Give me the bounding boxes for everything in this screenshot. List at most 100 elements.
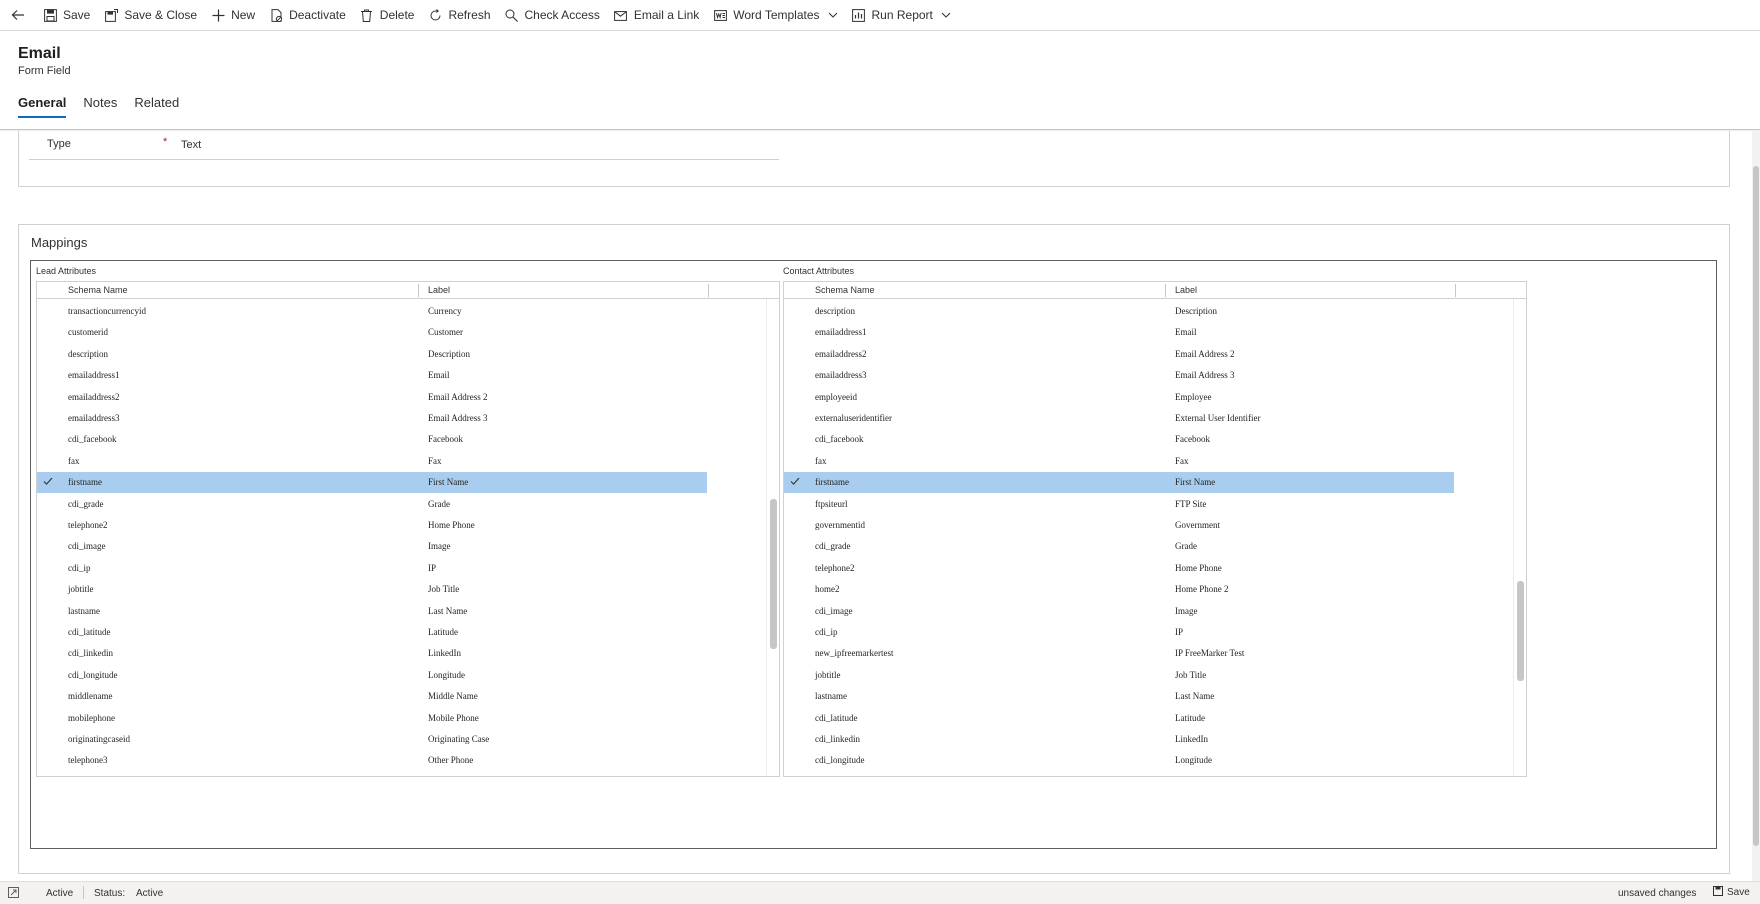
table-row[interactable]: cdi_image Image: [784, 601, 1454, 622]
chevron-down-icon: [941, 10, 951, 20]
save-status-button[interactable]: Save: [1713, 886, 1750, 898]
table-row[interactable]: cdi_linkedin LinkedIn: [784, 729, 1454, 750]
table-row[interactable]: home2 Home Phone 2: [784, 579, 1454, 600]
table-row[interactable]: externaluseridentifier External User Iden…: [784, 408, 1454, 429]
new-button[interactable]: New: [204, 0, 262, 31]
schema-name-cell: employeeid: [815, 391, 857, 402]
table-row[interactable]: transactioncurrencyid Currency: [37, 301, 707, 322]
table-row[interactable]: telephone2 Home Phone: [37, 515, 707, 536]
schema-name-cell: cdi_image: [815, 605, 853, 616]
table-row[interactable]: description Description: [37, 344, 707, 365]
table-row[interactable]: fax Fax: [37, 451, 707, 472]
grid-header: Schema Name Label: [784, 282, 1526, 299]
table-row[interactable]: emailaddress1 Email: [37, 365, 707, 386]
table-row[interactable]: cdi_latitude Latitude: [784, 708, 1454, 729]
table-row[interactable]: customerid Customer: [37, 322, 707, 343]
table-row[interactable]: cdi_longitude Longitude: [37, 665, 707, 686]
table-row[interactable]: cdi_ip IP: [784, 622, 1454, 643]
scrollbar-thumb[interactable]: [1753, 166, 1759, 846]
trash-icon: [360, 8, 374, 22]
word-templates-button[interactable]: Word Templates: [706, 0, 844, 31]
type-field-value[interactable]: Text: [181, 139, 201, 151]
label-cell: Job Title: [428, 584, 460, 595]
table-row[interactable]: lastname Last Name: [37, 601, 707, 622]
page-scrollbar[interactable]: [1752, 131, 1760, 881]
table-row[interactable]: cdi_latitude Latitude: [37, 622, 707, 643]
column-header-schema-name[interactable]: Schema Name: [815, 285, 875, 295]
label-cell: External User Identifier: [1175, 413, 1261, 423]
schema-name-cell: cdi_grade: [68, 498, 104, 509]
table-row[interactable]: governmentid Government: [784, 515, 1454, 536]
label-cell: Email: [1175, 327, 1197, 338]
table-row[interactable]: emailaddress1 Email: [784, 322, 1454, 343]
page-title: Email: [18, 45, 61, 62]
grid-scrollbar[interactable]: [1513, 299, 1526, 776]
table-row[interactable]: emailaddress3 Email Address 3: [784, 365, 1454, 386]
table-row[interactable]: cdi_grade Grade: [784, 536, 1454, 557]
scrollbar-thumb[interactable]: [1517, 581, 1524, 681]
save-close-icon: [104, 8, 118, 22]
label-cell: Image: [1175, 605, 1198, 616]
table-row[interactable]: ftpsiteurl FTP Site: [784, 494, 1454, 515]
table-row[interactable]: cdi_image Image: [37, 536, 707, 557]
scrollbar-thumb[interactable]: [770, 499, 777, 649]
schema-name-cell: emailaddress1: [68, 370, 120, 381]
table-row[interactable]: jobtitle Job Title: [37, 579, 707, 600]
table-row[interactable]: new_ipfreemarkertest IP FreeMarker Test: [784, 643, 1454, 664]
deactivate-button[interactable]: Deactivate: [262, 0, 353, 31]
table-row[interactable]: originatingcaseid Originating Case: [37, 729, 707, 750]
arrow-left-icon: [11, 10, 24, 20]
tab-notes[interactable]: Notes: [83, 95, 117, 118]
table-row[interactable]: lastname Last Name: [784, 686, 1454, 707]
table-row[interactable]: fax Fax: [784, 451, 1454, 472]
back-button[interactable]: [0, 0, 36, 31]
save-button[interactable]: Save: [36, 0, 97, 31]
table-row[interactable]: cdi_ip IP: [37, 558, 707, 579]
tab-general[interactable]: General: [18, 95, 67, 118]
table-row[interactable]: cdi_longitude Longitude: [784, 750, 1454, 771]
table-row[interactable]: emailaddress2 Email Address 2: [784, 344, 1454, 365]
email-link-button[interactable]: Email a Link: [607, 0, 706, 31]
grid-scrollbar[interactable]: [766, 299, 779, 776]
table-row[interactable]: cdi_linkedin LinkedIn: [37, 643, 707, 664]
run-report-button[interactable]: Run Report: [845, 0, 958, 31]
new-label: New: [231, 8, 256, 22]
table-row[interactable]: firstname First Name: [784, 472, 1454, 494]
label-cell: Email Address 3: [428, 413, 488, 423]
table-row[interactable]: firstname First Name: [37, 472, 707, 494]
column-header-schema-name[interactable]: Schema Name: [68, 285, 128, 295]
label-cell: Job Title: [1175, 669, 1207, 680]
table-row[interactable]: telephone2 Home Phone: [784, 558, 1454, 579]
status-label: Status:: [94, 888, 126, 899]
save-status-label: Save: [1727, 887, 1750, 898]
refresh-button[interactable]: Refresh: [421, 0, 497, 31]
table-row[interactable]: cdi_grade Grade: [37, 494, 707, 515]
column-header-label[interactable]: Label: [1175, 285, 1197, 295]
check-access-button[interactable]: Check Access: [498, 0, 607, 31]
column-divider: [1455, 284, 1456, 297]
checkmark-icon: [790, 477, 800, 486]
label-cell: Grade: [1175, 541, 1197, 552]
schema-name-cell: mobilephone: [68, 712, 115, 723]
tab-related[interactable]: Related: [134, 95, 179, 118]
chevron-down-icon: [828, 10, 838, 20]
table-row[interactable]: emailaddress3 Email Address 3: [37, 408, 707, 429]
schema-name-cell: new_ipfreemarkertest: [815, 648, 894, 659]
table-row[interactable]: cdi_facebook Facebook: [37, 429, 707, 450]
delete-button[interactable]: Delete: [353, 0, 422, 31]
table-row[interactable]: middlename Middle Name: [37, 686, 707, 707]
table-row[interactable]: cdi_facebook Facebook: [784, 429, 1454, 450]
status-bar: Active Status: Active unsaved changes Sa…: [0, 881, 1760, 904]
column-header-label[interactable]: Label: [428, 285, 450, 295]
table-row[interactable]: emailaddress2 Email Address 2: [37, 387, 707, 408]
table-row[interactable]: description Description: [784, 301, 1454, 322]
table-row[interactable]: mobilephone Mobile Phone: [37, 708, 707, 729]
table-row[interactable]: jobtitle Job Title: [784, 665, 1454, 686]
schema-name-cell: customerid: [68, 327, 108, 338]
save-and-close-button[interactable]: Save & Close: [97, 0, 204, 31]
mappings-title: Mappings: [31, 235, 88, 250]
table-row[interactable]: telephone3 Other Phone: [37, 750, 707, 771]
table-row[interactable]: employeeid Employee: [784, 387, 1454, 408]
run-report-label: Run Report: [871, 8, 933, 22]
open-window-icon[interactable]: [8, 887, 19, 901]
